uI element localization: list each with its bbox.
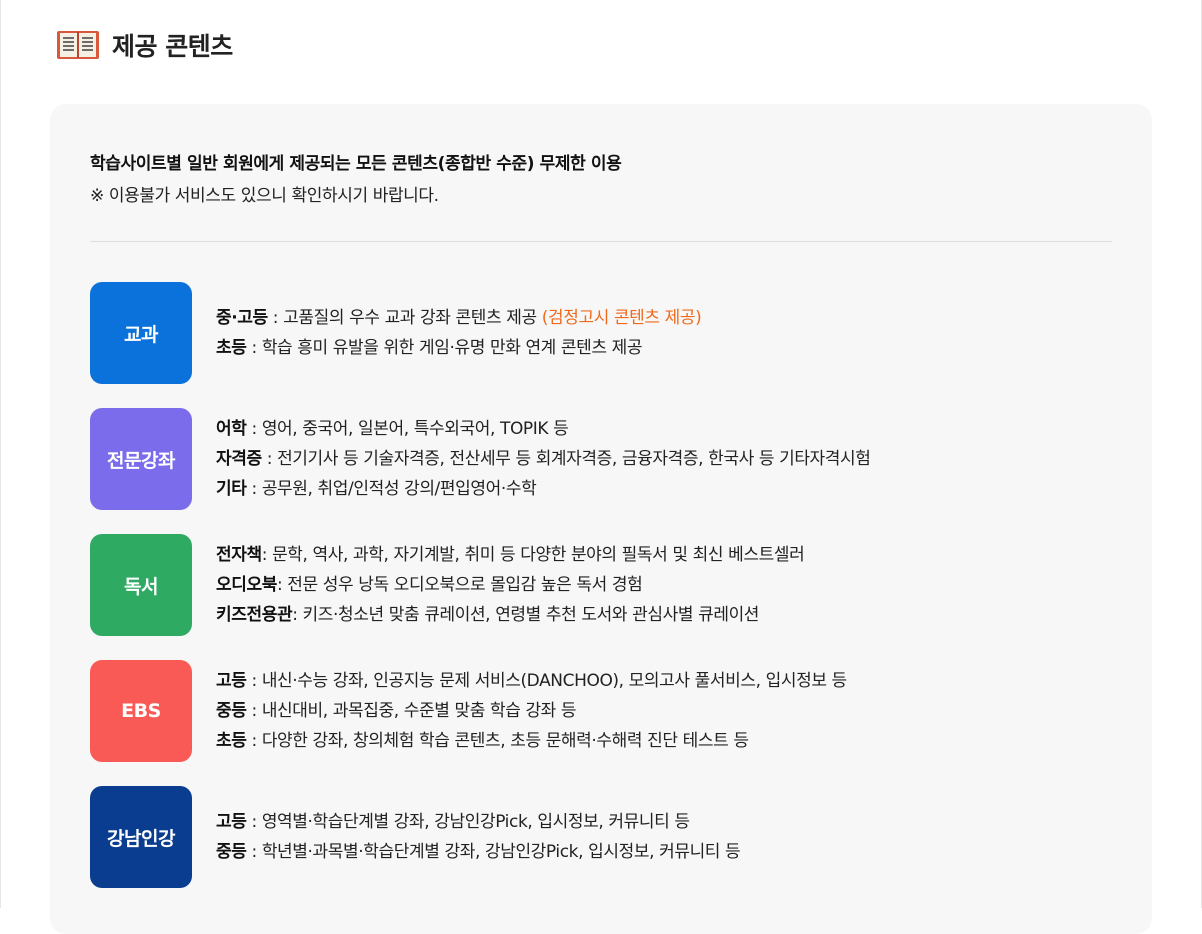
line-text: : 영어, 중국어, 일본어, 특수외국어, TOPIK 등 <box>246 419 569 439</box>
line-text: : 내신·수능 강좌, 인공지능 문제 서비스(DANCHOO), 모의고사 풀… <box>246 671 847 691</box>
line-text: : 고품질의 우수 교과 강좌 콘텐츠 제공 <box>267 308 542 328</box>
line-text: : 전문 성우 낭독 오디오북으로 몰입감 높은 독서 경험 <box>276 575 643 595</box>
line-text: : 다양한 강좌, 창의체험 학습 콘텐츠, 초등 문해력·수해력 진단 테스트… <box>246 731 749 751</box>
content-line: 어학 : 영어, 중국어, 일본어, 특수외국어, TOPIK 등 <box>216 414 871 444</box>
content-line: 전자책: 문학, 역사, 과학, 자기계발, 취미 등 다양한 분야의 필독서 … <box>216 540 805 570</box>
badge-gyogwa: 교과 <box>90 282 192 384</box>
category-dokseo: 독서 전자책: 문학, 역사, 과학, 자기계발, 취미 등 다양한 분야의 필… <box>90 534 1112 636</box>
content-line: 오디오북: 전문 성우 낭독 오디오북으로 몰입감 높은 독서 경험 <box>216 570 804 600</box>
line-text: : 영역별·학습단계별 강좌, 강남인강Pick, 입시정보, 커뮤니티 등 <box>246 812 690 832</box>
section-title: 제공 콘텐츠 <box>112 32 233 61</box>
category-lines: 고등 : 영역별·학습단계별 강좌, 강남인강Pick, 입시정보, 커뮤니티 … <box>216 807 741 867</box>
content-line: 초등 : 학습 흥미 유발을 위한 게임·유명 만화 연계 콘텐츠 제공 <box>216 333 701 363</box>
line-highlight: (검정고시 콘텐츠 제공) <box>541 308 702 328</box>
frame-left-border <box>0 0 1 908</box>
line-label: 고등 <box>216 671 247 691</box>
category-lines: 어학 : 영어, 중국어, 일본어, 특수외국어, TOPIK 등 자격증 : … <box>216 414 871 504</box>
line-label: 중등 <box>216 842 247 862</box>
category-lines: 중·고등 : 고품질의 우수 교과 강좌 콘텐츠 제공 (검정고시 콘텐츠 제공… <box>216 303 702 363</box>
category-lines: 전자책: 문학, 역사, 과학, 자기계발, 취미 등 다양한 분야의 필독서 … <box>216 540 805 630</box>
content-line: 중·고등 : 고품질의 우수 교과 강좌 콘텐츠 제공 (검정고시 콘텐츠 제공… <box>216 303 702 333</box>
divider <box>90 241 1112 242</box>
line-text: : 문학, 역사, 과학, 자기계발, 취미 등 다양한 분야의 필독서 및 최… <box>261 545 805 565</box>
content-panel: 학습사이트별 일반 회원에게 제공되는 모든 콘텐츠(종합반 수준) 무제한 이… <box>50 104 1152 934</box>
content-line: 중등 : 학년별·과목별·학습단계별 강좌, 강남인강Pick, 입시정보, 커… <box>216 837 741 867</box>
line-label: 고등 <box>216 812 247 832</box>
line-label: 전자책 <box>216 545 262 565</box>
line-text: : 내신대비, 과목집중, 수준별 맞춤 학습 강좌 등 <box>246 701 577 721</box>
section-header: 제공 콘텐츠 <box>56 26 233 64</box>
line-label: 키즈전용관 <box>216 605 293 625</box>
line-text: : 전기기사 등 기술자격증, 전산세무 등 회계자격증, 금융자격증, 한국사… <box>261 449 871 469</box>
content-line: 기타 : 공무원, 취업/인적성 강의/편입영어·수학 <box>216 474 871 504</box>
line-label: 자격증 <box>216 449 262 469</box>
line-label: 오디오북 <box>216 575 277 595</box>
line-text: : 키즈·청소년 맞춤 큐레이션, 연령별 추천 도서와 관심사별 큐레이션 <box>292 605 760 625</box>
badge-jeonmun: 전문강좌 <box>90 408 192 510</box>
content-line: 고등 : 내신·수능 강좌, 인공지능 문제 서비스(DANCHOO), 모의고… <box>216 666 847 696</box>
line-label: 중·고등 <box>216 308 268 328</box>
line-text: : 학년별·과목별·학습단계별 강좌, 강남인강Pick, 입시정보, 커뮤니티… <box>246 842 741 862</box>
book-icon <box>56 28 100 62</box>
line-label: 초등 <box>216 338 247 358</box>
category-gyogwa: 교과 중·고등 : 고품질의 우수 교과 강좌 콘텐츠 제공 (검정고시 콘텐츠… <box>90 282 1112 384</box>
intro-block: 학습사이트별 일반 회원에게 제공되는 모든 콘텐츠(종합반 수준) 무제한 이… <box>90 148 622 212</box>
line-label: 중등 <box>216 701 247 721</box>
category-gangnam: 강남인강 고등 : 영역별·학습단계별 강좌, 강남인강Pick, 입시정보, … <box>90 786 1112 888</box>
content-line: 키즈전용관: 키즈·청소년 맞춤 큐레이션, 연령별 추천 도서와 관심사별 큐… <box>216 600 804 630</box>
content-line: 자격증 : 전기기사 등 기술자격증, 전산세무 등 회계자격증, 금융자격증,… <box>216 444 871 474</box>
line-text: : 공무원, 취업/인적성 강의/편입영어·수학 <box>246 479 537 499</box>
line-label: 기타 <box>216 479 247 499</box>
content-line: 중등 : 내신대비, 과목집중, 수준별 맞춤 학습 강좌 등 <box>216 696 847 726</box>
badge-gangnam: 강남인강 <box>90 786 192 888</box>
category-jeonmun: 전문강좌 어학 : 영어, 중국어, 일본어, 특수외국어, TOPIK 등 자… <box>90 408 1112 510</box>
line-label: 초등 <box>216 731 247 751</box>
line-text: : 학습 흥미 유발을 위한 게임·유명 만화 연계 콘텐츠 제공 <box>246 338 643 358</box>
badge-ebs: EBS <box>90 660 192 762</box>
category-ebs: EBS 고등 : 내신·수능 강좌, 인공지능 문제 서비스(DANCHOO),… <box>90 660 1112 762</box>
intro-main-text: 학습사이트별 일반 회원에게 제공되는 모든 콘텐츠(종합반 수준) 무제한 이… <box>90 154 622 174</box>
intro-note-text: ※ 이용불가 서비스도 있으니 확인하시기 바랍니다. <box>90 186 439 206</box>
line-label: 어학 <box>216 419 247 439</box>
category-lines: 고등 : 내신·수능 강좌, 인공지능 문제 서비스(DANCHOO), 모의고… <box>216 666 847 756</box>
content-line: 고등 : 영역별·학습단계별 강좌, 강남인강Pick, 입시정보, 커뮤니티 … <box>216 807 740 837</box>
badge-dokseo: 독서 <box>90 534 192 636</box>
content-line: 초등 : 다양한 강좌, 창의체험 학습 콘텐츠, 초등 문해력·수해력 진단 … <box>216 726 847 756</box>
